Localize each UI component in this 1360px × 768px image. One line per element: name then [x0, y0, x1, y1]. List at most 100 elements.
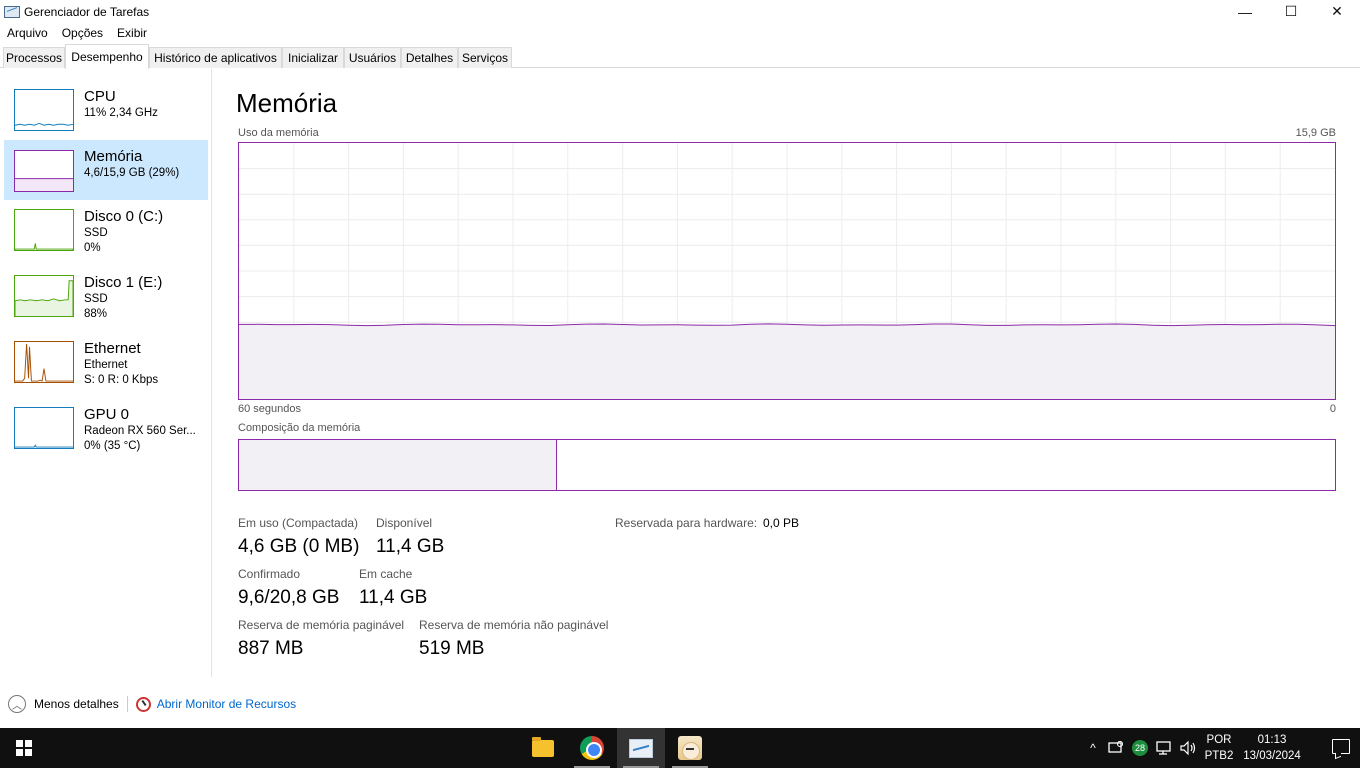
- gpu-thumbnail: [14, 407, 74, 449]
- tab-servicos[interactable]: Serviços: [458, 47, 512, 68]
- maximize-button[interactable]: ☐: [1268, 0, 1314, 23]
- notification-center-icon[interactable]: [1332, 739, 1350, 754]
- sidebar-item-disco-1[interactable]: Disco 1 (E:) SSD 88%: [4, 269, 208, 329]
- sidebar-detail: 11% 2,34 GHz: [84, 107, 158, 119]
- sidebar-detail-2: S: 0 R: 0 Kbps: [84, 374, 159, 386]
- tab-detalhes[interactable]: Detalhes: [401, 47, 458, 68]
- usage-area: [239, 323, 1335, 399]
- time-span-label: 60 segundos: [238, 403, 301, 415]
- sidebar-item-gpu[interactable]: GPU 0 Radeon RX 560 Ser... 0% (35 °C): [4, 401, 208, 461]
- usage-label: Uso da memória: [238, 127, 319, 139]
- task-manager-icon: [4, 5, 20, 18]
- sidebar-detail: SSD: [84, 293, 108, 305]
- sidebar-title: Memória: [84, 148, 143, 165]
- menu-bar: Arquivo Opções Exibir: [0, 23, 1360, 43]
- taskbar-chrome[interactable]: [568, 728, 616, 768]
- taskbar-anime-app[interactable]: [666, 728, 714, 768]
- sidebar-title: CPU: [84, 88, 116, 105]
- footer-bar: ︿ Menos detalhes Abrir Monitor de Recurs…: [0, 689, 1360, 719]
- available-label: Disponível: [376, 516, 433, 530]
- window-controls: — ☐ ✕: [1222, 0, 1360, 23]
- chevron-up-icon[interactable]: ︿: [8, 695, 26, 713]
- keyboard-layout: PTB2: [1204, 750, 1234, 762]
- tab-usuarios[interactable]: Usuários: [344, 47, 401, 68]
- sidebar-item-ethernet[interactable]: Ethernet Ethernet S: 0 R: 0 Kbps: [4, 335, 208, 395]
- hw-reserved-label: Reservada para hardware:: [615, 516, 758, 530]
- taskbar-file-explorer[interactable]: [519, 728, 567, 768]
- clock-time: 01:13: [1257, 734, 1287, 746]
- start-button[interactable]: [0, 728, 48, 768]
- in-use-value: 4,6 GB (0 MB): [238, 536, 360, 557]
- windows-logo-icon: [16, 740, 32, 756]
- chrome-icon: [580, 736, 604, 760]
- network-icon[interactable]: [1155, 728, 1175, 768]
- sidebar-detail: Ethernet: [84, 359, 128, 371]
- language-code: POR: [1206, 734, 1232, 746]
- tab-inicializar[interactable]: Inicializar: [282, 47, 344, 68]
- tray-badge-count: 28: [1132, 740, 1148, 756]
- disk0-thumbnail: [14, 209, 74, 251]
- taskbar: ^ 28 POR PTB2 01:13 13/03/2024: [0, 728, 1360, 768]
- memory-panel: Memória Uso da memória 15,9 GB 60 segund…: [212, 69, 1360, 677]
- ethernet-thumbnail: [14, 341, 74, 383]
- menu-opcoes[interactable]: Opções: [55, 26, 110, 40]
- memory-usage-graph: [238, 142, 1336, 400]
- cached-label: Em cache: [359, 567, 413, 581]
- input-language-indicator[interactable]: POR PTB2: [1202, 732, 1236, 764]
- sidebar-detail: 4,6/15,9 GB (29%): [84, 167, 180, 179]
- paged-pool-label: Reserva de memória paginável: [238, 618, 405, 632]
- sidebar-detail: SSD: [84, 227, 108, 239]
- volume-icon[interactable]: [1179, 728, 1199, 768]
- sidebar-title: Ethernet: [84, 340, 141, 357]
- sidebar-item-memoria[interactable]: Memória 4,6/15,9 GB (29%): [4, 140, 208, 200]
- footer-divider: [126, 696, 128, 712]
- folder-icon: [532, 736, 554, 757]
- tray-chevron-icon[interactable]: ^: [1084, 728, 1102, 768]
- composition-label: Composição da memória: [238, 422, 361, 434]
- cached-value: 11,4 GB: [359, 587, 428, 608]
- resource-monitor-icon: [135, 696, 151, 712]
- resource-sidebar: CPU 11% 2,34 GHz Memória 4,6/15,9 GB (29…: [0, 69, 212, 677]
- sidebar-item-cpu[interactable]: CPU 11% 2,34 GHz: [4, 83, 208, 143]
- paged-pool-value: 887 MB: [238, 638, 304, 659]
- title-bar: Gerenciador de Tarefas — ☐ ✕: [0, 0, 1360, 23]
- committed-value: 9,6/20,8 GB: [238, 587, 340, 608]
- sidebar-item-disco-0[interactable]: Disco 0 (C:) SSD 0%: [4, 203, 208, 263]
- sidebar-detail-2: 0%: [84, 242, 101, 254]
- committed-label: Confirmado: [238, 567, 301, 581]
- hw-reserved-value: 0,0 PB: [763, 516, 800, 530]
- sidebar-title: GPU 0: [84, 406, 130, 423]
- taskbar-task-manager[interactable]: [617, 728, 665, 768]
- sidebar-detail-2: 0% (35 °C): [84, 440, 141, 452]
- time-zero-label: 0: [1329, 403, 1336, 415]
- menu-exibir[interactable]: Exibir: [110, 26, 154, 40]
- sidebar-detail-2: 88%: [84, 308, 108, 320]
- available-value: 11,4 GB: [376, 536, 445, 557]
- menu-arquivo[interactable]: Arquivo: [0, 26, 55, 40]
- tab-desempenho[interactable]: Desempenho: [65, 44, 149, 69]
- in-use-label: Em uso (Compactada): [238, 516, 359, 530]
- sidebar-title: Disco 0 (C:): [84, 208, 164, 225]
- minimize-button[interactable]: —: [1222, 0, 1268, 23]
- tab-historico[interactable]: Histórico de aplicativos: [149, 47, 282, 68]
- task-manager-icon: [629, 738, 653, 758]
- cpu-thumbnail: [14, 89, 74, 131]
- memory-usage-chart: [239, 143, 1335, 399]
- memory-composition-bar: [238, 439, 1336, 491]
- taskbar-clock[interactable]: 01:13 13/03/2024: [1238, 732, 1306, 764]
- less-details-button[interactable]: Menos detalhes: [34, 697, 119, 711]
- page-title: Memória: [236, 88, 338, 118]
- tab-processos[interactable]: Processos: [3, 47, 65, 68]
- anime-app-icon: [678, 736, 702, 760]
- usage-max-label: 15,9 GB: [1295, 127, 1336, 139]
- composition-in-use: [239, 440, 557, 490]
- nonpaged-pool-label: Reserva de memória não paginável: [419, 618, 609, 632]
- tray-badge-icon[interactable]: 28: [1130, 728, 1150, 768]
- disk1-thumbnail: [14, 275, 74, 317]
- tray-display-icon[interactable]: [1106, 728, 1126, 768]
- tab-bar: Processos Desempenho Histórico de aplica…: [0, 44, 1360, 69]
- nonpaged-pool-value: 519 MB: [419, 638, 485, 659]
- clock-date: 13/03/2024: [1243, 750, 1301, 762]
- open-resource-monitor-link[interactable]: Abrir Monitor de Recursos: [157, 697, 296, 711]
- close-button[interactable]: ✕: [1314, 0, 1360, 23]
